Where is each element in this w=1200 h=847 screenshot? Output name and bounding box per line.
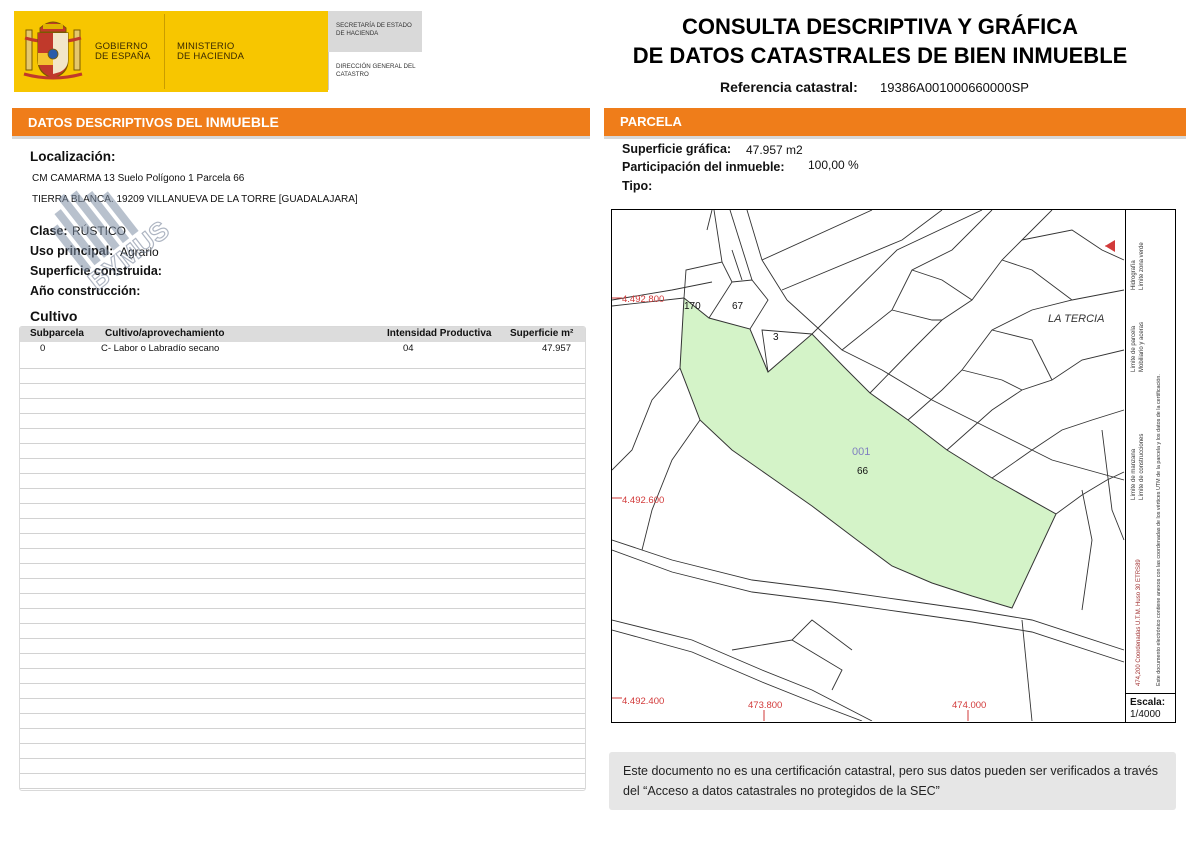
anio-construccion-label: Año construcción: — [30, 284, 141, 298]
clase-label: Clase: — [30, 224, 68, 238]
logo-divider-2 — [328, 52, 329, 90]
uso-label: Uso principal: — [30, 244, 114, 258]
legend-coordenadas: 474,200 Coordenadas U.T.M. Huso 30 ETRS8… — [1136, 559, 1142, 686]
coord-x-473800: 473.800 — [748, 700, 783, 711]
tipo-label: Tipo: — [622, 179, 653, 193]
title-line-2: DE DATOS CATASTRALES DE BIEN INMUEBLE — [632, 43, 1128, 68]
gobierno-espana-label: GOBIERNO DE ESPAÑA — [95, 41, 151, 62]
legend-limite-manzana: Límite de manzana — [1131, 448, 1137, 500]
legend-zona-verde: Límite zona verde — [1139, 242, 1145, 290]
parcela-header: PARCELA — [604, 108, 1186, 139]
cadastral-map: 4.492.800 4.492.600 4.492.400 473.800 47… — [611, 209, 1176, 723]
th-cultivo: Cultivo/aprovechamiento — [105, 328, 225, 339]
legend-nota: Este documento electrónico contiene anex… — [1156, 374, 1162, 686]
ministerio-hacienda-label: MINISTERIO DE HACIENDA — [177, 41, 245, 62]
uso-value: Agrario — [120, 245, 159, 259]
td-intensidad: 04 — [403, 343, 414, 354]
clase-value: RÚSTICO — [72, 224, 126, 238]
refcat-label: Referencia catastral: — [720, 79, 858, 95]
map-drawing — [612, 210, 1125, 721]
secretaria-label: SECRETARÍA DE ESTADO DE HACIENDA — [336, 22, 412, 37]
coord-y-600: 4.492.600 — [622, 495, 665, 506]
localizacion-label: Localización: — [30, 149, 116, 164]
escala-label: Escala: — [1130, 697, 1166, 708]
parcel-label-3: 3 — [773, 332, 779, 343]
legend-limite-construcciones: Límite de construcciones — [1139, 433, 1145, 500]
coord-y-400: 4.492.400 — [622, 696, 665, 707]
participacion-label: Participación del inmueble: — [622, 160, 785, 174]
localizacion-line-2: TIERRA BLANCA. 19209 VILLANUEVA DE LA TO… — [32, 194, 358, 205]
coord-y-800: 4.492.800 — [622, 294, 665, 305]
td-subparcela: 0 — [40, 343, 46, 354]
document-title: CONSULTA DESCRIPTIVA Y GRÁFICA DE DATOS … — [620, 12, 1140, 70]
sup-grafica-label: Superficie gráfica: — [622, 142, 732, 156]
parcel-label-67: 67 — [732, 301, 744, 312]
disclaimer-box: Este documento no es una certificación c… — [609, 752, 1176, 810]
parcel-number: 66 — [857, 466, 869, 477]
north-arrow-icon — [1105, 240, 1115, 252]
cultivo-table: Subparcela Cultivo/aprovechamiento Inten… — [19, 326, 586, 791]
coord-x-474000: 474.000 — [952, 700, 987, 711]
direccion-catastro-label: DIRECCIÓN GENERAL DEL CATASTRO — [336, 63, 416, 78]
superficie-construida-label: Superficie construida: — [30, 264, 162, 278]
parcel-label-170: 170 — [684, 301, 701, 312]
escala-value: 1/4000 — [1130, 709, 1161, 720]
sup-grafica-value: 47.957 m2 — [746, 143, 803, 157]
spanish-coat-of-arms-icon — [23, 21, 83, 80]
refcat-value: 19386A001000660000SP — [880, 80, 1029, 95]
legend-hidrografia: Hidrografía — [1131, 260, 1137, 290]
place-name: LA TERCIA — [1048, 313, 1105, 325]
th-intensidad: Intensidad Productiva — [387, 328, 492, 339]
table-empty-rows — [20, 354, 585, 790]
legend-mobiliario: Mobiliario y aceras — [1139, 321, 1145, 372]
participacion-value: 100,00 % — [808, 158, 859, 172]
title-line-1: CONSULTA DESCRIPTIVA Y GRÁFICA — [681, 14, 1079, 39]
td-cultivo: C- Labor o Labradío secano — [101, 343, 220, 354]
th-superficie: Superficie m² — [510, 328, 574, 339]
header-prefix: DATOS DESCRIPTIVOS DEL — [28, 115, 203, 130]
datos-descriptivos-header: DATOS DESCRIPTIVOS DEL INMUEBLE — [12, 108, 590, 139]
legend-limite-parcela: Límite de parcela — [1131, 325, 1137, 372]
td-superficie: 47.957 — [541, 343, 571, 354]
subparcel-id: 001 — [852, 446, 871, 458]
cultivo-title: Cultivo — [30, 308, 78, 324]
logo-divider — [164, 14, 165, 89]
localizacion-line-1: CM CAMARMA 13 Suelo Polígono 1 Parcela 6… — [32, 173, 245, 184]
th-subparcela: Subparcela — [30, 328, 84, 339]
header-bold: INMUEBLE — [205, 114, 279, 130]
